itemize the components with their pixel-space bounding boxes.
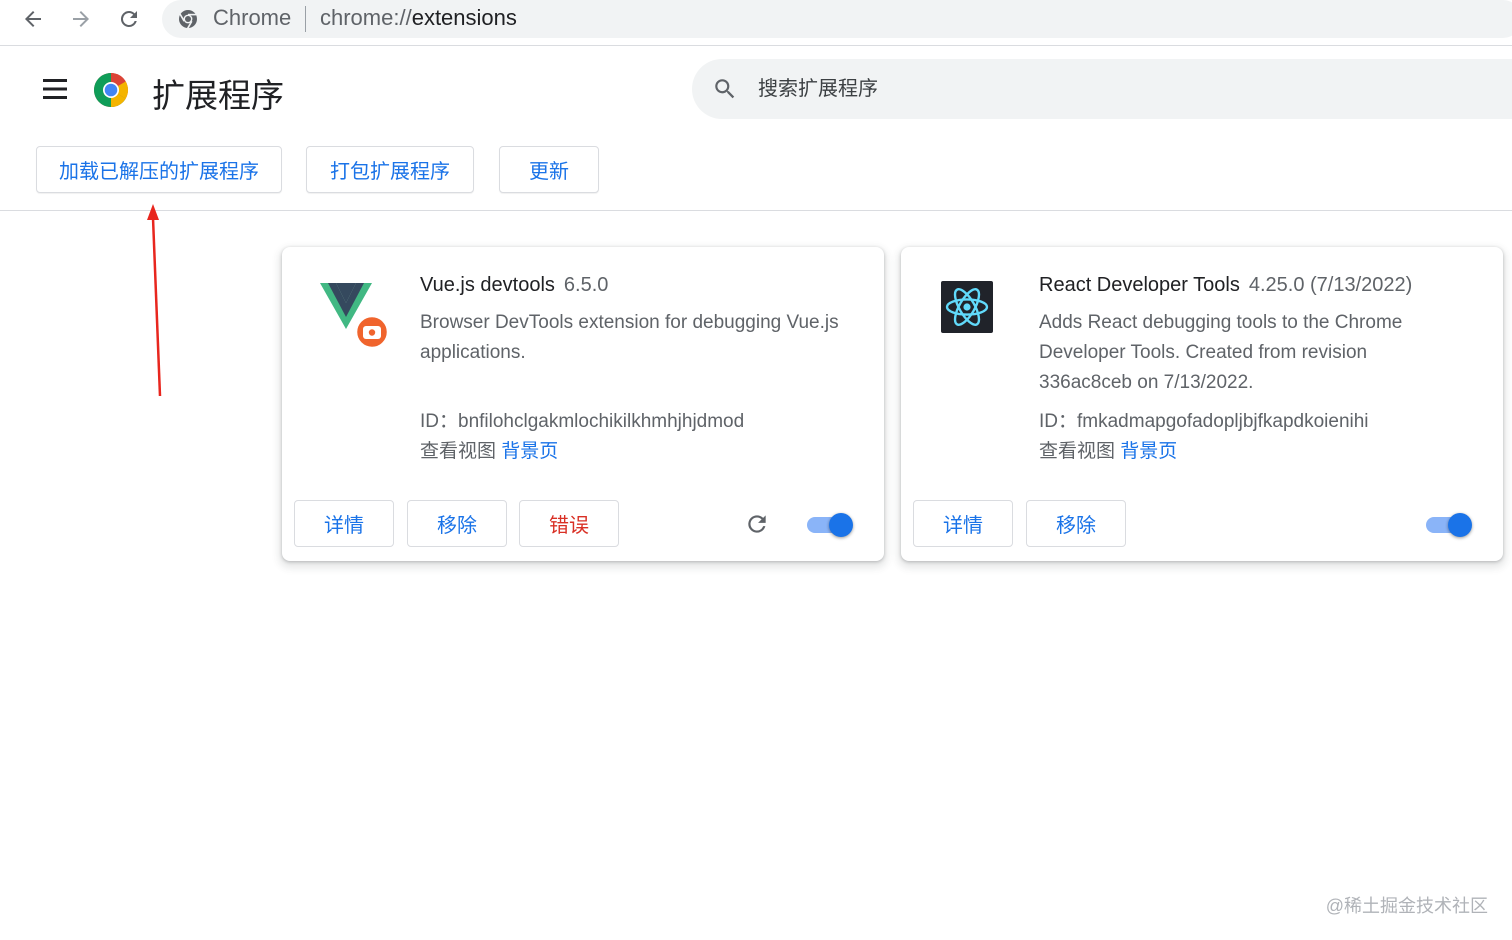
- extension-description: Adds React debugging tools to the Chrome…: [1039, 312, 1403, 393]
- extension-card-react: React Developer Tools 4.25.0 (7/13/2022) …: [901, 247, 1503, 561]
- toggle-knob: [1448, 513, 1472, 537]
- inspect-views: 查看视图 背景页: [420, 436, 558, 463]
- forward-button[interactable]: [65, 4, 97, 34]
- watermark: @稀土掘金技术社区: [1325, 896, 1488, 916]
- react-devtools-icon: [941, 281, 993, 333]
- remove-button[interactable]: 移除: [1026, 500, 1126, 547]
- arrow-right-icon: [73, 11, 89, 27]
- extension-description: Browser DevTools extension for debugging…: [420, 312, 839, 363]
- reload-extension-icon[interactable]: [744, 511, 770, 537]
- extension-card-vue: Vue.js devtools 6.5.0 Browser DevTools ex…: [282, 247, 884, 561]
- extension-title: Vue.js devtools: [420, 274, 555, 296]
- search-box[interactable]: [692, 59, 1512, 119]
- back-button[interactable]: [17, 4, 49, 34]
- remove-button[interactable]: 移除: [407, 500, 507, 547]
- arrow-left-icon: [25, 11, 41, 27]
- extension-title: React Developer Tools: [1039, 274, 1240, 296]
- extension-id: ID：fmkadmapgofadopljbjfkapdkoienihi: [1039, 411, 1369, 432]
- errors-button[interactable]: 错误: [519, 500, 619, 547]
- search-input[interactable]: [758, 73, 1358, 105]
- chrome-site-icon: [179, 10, 197, 29]
- extension-version: 4.25.0 (7/13/2022): [1248, 274, 1413, 296]
- extension-id: ID：bnfilohclgakmlochikilkhmhjhjdmod: [420, 411, 745, 432]
- address-bar[interactable]: Chrome chrome://extensions: [162, 0, 1512, 38]
- details-button[interactable]: 详情: [913, 500, 1013, 547]
- inspect-views-label: 查看视图: [420, 441, 497, 462]
- inspect-views: 查看视图 背景页: [1039, 436, 1177, 463]
- chrome-logo-icon: [94, 73, 128, 107]
- url-host: extensions: [411, 5, 517, 30]
- search-icon: [715, 79, 735, 99]
- hamburger-menu-icon[interactable]: [40, 76, 70, 102]
- details-button[interactable]: 详情: [294, 500, 394, 547]
- extension-name: Vue.js devtools 6.5.0: [420, 274, 608, 297]
- page-title: 扩展程序: [152, 77, 284, 114]
- url-text: chrome://extensions: [320, 5, 517, 31]
- browser-toolbar: Chrome chrome://extensions: [0, 0, 1512, 46]
- extension-name: React Developer Tools 4.25.0 (7/13/2022): [1039, 274, 1412, 297]
- toolbar-divider: [0, 210, 1512, 211]
- vue-devtools-icon: [320, 283, 390, 349]
- pack-extension-button[interactable]: 打包扩展程序: [306, 146, 474, 193]
- reload-icon: [120, 10, 137, 27]
- load-unpacked-button[interactable]: 加载已解压的扩展程序: [36, 146, 282, 193]
- url-scheme: chrome://: [320, 5, 412, 30]
- update-button[interactable]: 更新: [499, 146, 599, 193]
- toggle-knob: [829, 513, 853, 537]
- omnibox-separator: [305, 6, 306, 32]
- annotation-arrow-icon: [147, 204, 162, 397]
- inspect-views-label: 查看视图: [1039, 441, 1116, 462]
- background-page-link[interactable]: 背景页: [501, 441, 558, 462]
- site-label: Chrome: [213, 5, 292, 30]
- extension-version: 6.5.0: [563, 274, 609, 296]
- enable-toggle[interactable]: [1426, 513, 1474, 537]
- background-page-link[interactable]: 背景页: [1120, 441, 1177, 462]
- enable-toggle[interactable]: [807, 513, 855, 537]
- reload-page-button[interactable]: [113, 4, 145, 34]
